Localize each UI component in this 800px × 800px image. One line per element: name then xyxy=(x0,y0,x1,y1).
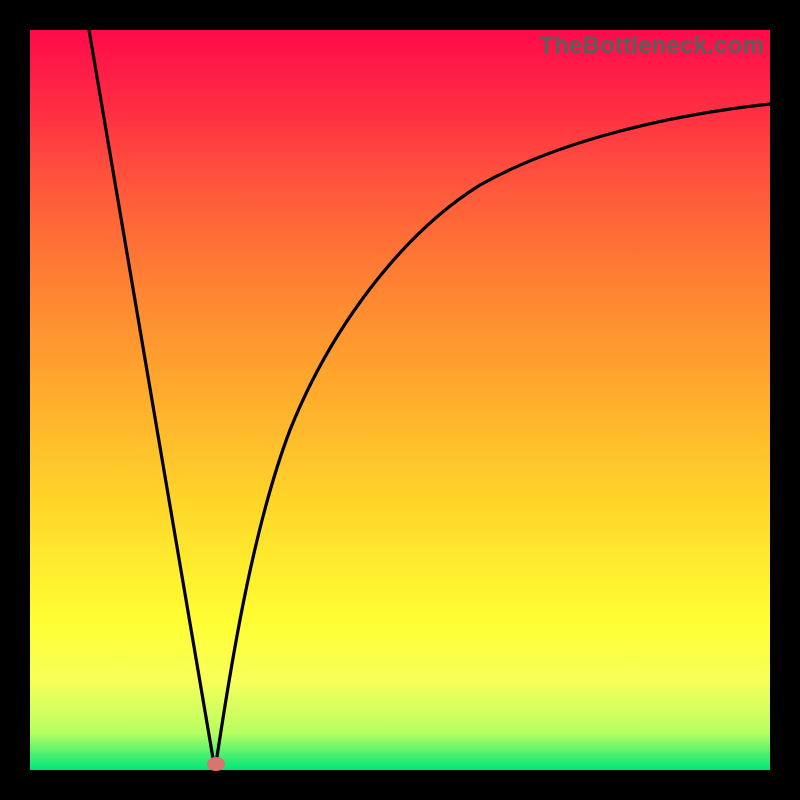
minimum-marker xyxy=(207,757,225,771)
curve-path xyxy=(89,30,770,770)
chart-frame: TheBottleneck.com xyxy=(0,0,800,800)
plot-area: TheBottleneck.com xyxy=(30,30,770,770)
bottleneck-curve xyxy=(30,30,770,770)
